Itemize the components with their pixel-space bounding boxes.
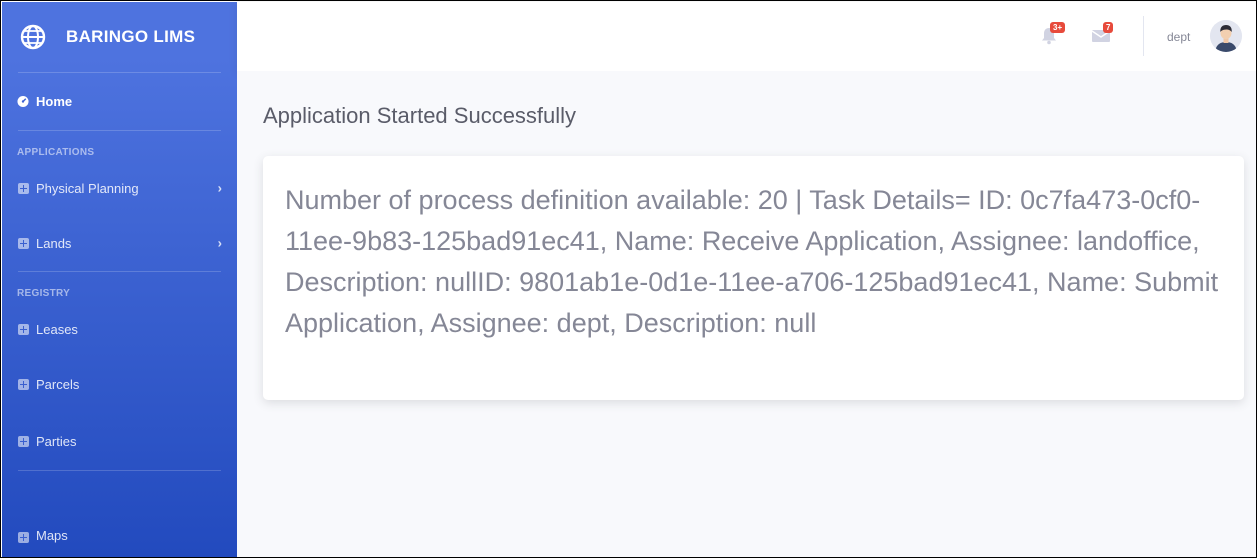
app-window: BARINGO LIMS Home APPLICATIONS Physical …	[0, 0, 1257, 558]
sidebar-divider	[18, 271, 221, 272]
plus-square-icon	[17, 323, 29, 335]
brand-name: BARINGO LIMS	[66, 27, 196, 46]
avatar[interactable]	[1210, 20, 1242, 52]
dashboard-icon	[17, 95, 29, 108]
user-avatar-icon	[1210, 20, 1242, 52]
sidebar-item-parcels[interactable]: Parcels	[2, 356, 237, 413]
alerts-dropdown[interactable]: 3+	[1041, 22, 1066, 50]
user-name[interactable]: dept	[1167, 30, 1190, 44]
sidebar-item-label: Lands	[36, 235, 72, 251]
plus-square-icon	[17, 182, 29, 194]
plus-square-icon	[17, 531, 29, 543]
chevron-right-icon: ›	[217, 180, 222, 196]
topbar: 3+ 7 dept	[237, 2, 1256, 71]
result-card: Number of process definition available: …	[263, 156, 1244, 400]
sidebar-item-label: Leases	[36, 321, 78, 337]
sidebar: BARINGO LIMS Home APPLICATIONS Physical …	[2, 2, 237, 557]
sidebar-item-home[interactable]: Home	[2, 73, 237, 130]
main-content: Application Started Successfully Number …	[237, 71, 1256, 557]
globe-icon	[20, 24, 46, 50]
brand-link[interactable]: BARINGO LIMS	[2, 2, 237, 72]
sidebar-item-lands[interactable]: Lands ›	[2, 215, 237, 271]
sidebar-item-physical-planning[interactable]: Physical Planning ›	[2, 161, 237, 215]
plus-square-icon	[17, 436, 29, 448]
sidebar-divider	[18, 130, 221, 131]
chevron-right-icon: ›	[217, 235, 222, 251]
sidebar-item-label: Maps	[36, 528, 68, 543]
sidebar-item-label: Parcels	[36, 377, 80, 392]
alerts-count-badge: 3+	[1050, 22, 1066, 33]
process-details-text: Number of process definition available: …	[285, 185, 1219, 338]
page-title: Application Started Successfully	[263, 103, 577, 128]
sidebar-item-label: Home	[36, 94, 73, 109]
plus-square-icon	[17, 237, 29, 249]
plus-square-icon	[17, 379, 29, 391]
sidebar-item-maps[interactable]: Maps	[2, 471, 237, 557]
topbar-divider	[1143, 16, 1144, 56]
sidebar-item-label: Physical Planning	[36, 180, 139, 196]
sidebar-item-parties[interactable]: Parties	[2, 413, 237, 470]
sidebar-item-label: Parties	[36, 434, 77, 449]
messages-count-badge: 7	[1103, 22, 1114, 33]
messages-dropdown[interactable]: 7	[1091, 22, 1114, 48]
sidebar-item-leases[interactable]: Leases	[2, 302, 237, 356]
